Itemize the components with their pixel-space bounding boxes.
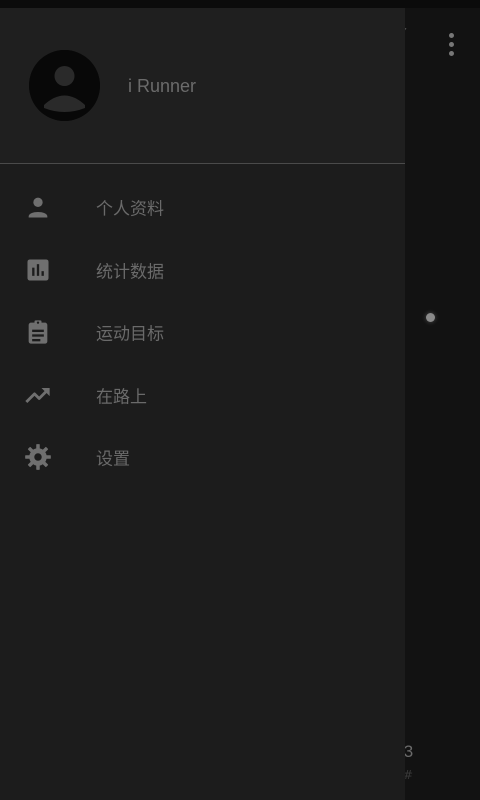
navigation-drawer: i Runner 个人资料 统计数据 运动目标 在路上 设置 [0,8,405,800]
menu-item-goals[interactable]: 运动目标 [0,301,405,364]
menu-label: 个人资料 [96,199,164,220]
overflow-menu-icon[interactable] [436,26,466,62]
status-bar [0,0,480,8]
menu-item-on-the-road[interactable]: 在路上 [0,364,405,427]
menu-label: 在路上 [96,387,147,408]
gear-icon [24,443,52,471]
drawer-menu: 个人资料 统计数据 运动目标 在路上 设置 [0,176,405,489]
menu-label: 运动目标 [96,324,164,345]
location-dot [426,313,435,322]
bar-chart-icon [24,256,52,284]
menu-label: 统计数据 [96,262,164,283]
clipboard-icon [24,318,52,346]
person-icon [24,193,52,221]
menu-label: 设置 [96,449,130,470]
avatar[interactable] [29,50,100,121]
screen: ˇ .3 # i Runner [0,0,480,800]
menu-item-statistics[interactable]: 统计数据 [0,239,405,302]
app-name: i Runner [128,76,197,96]
menu-item-profile[interactable]: 个人资料 [0,176,405,239]
drawer-header: i Runner [0,8,405,164]
account-icon [29,50,100,121]
app-content-scrim[interactable] [405,8,480,800]
menu-item-settings[interactable]: 设置 [0,426,405,489]
trending-up-icon [24,381,52,409]
